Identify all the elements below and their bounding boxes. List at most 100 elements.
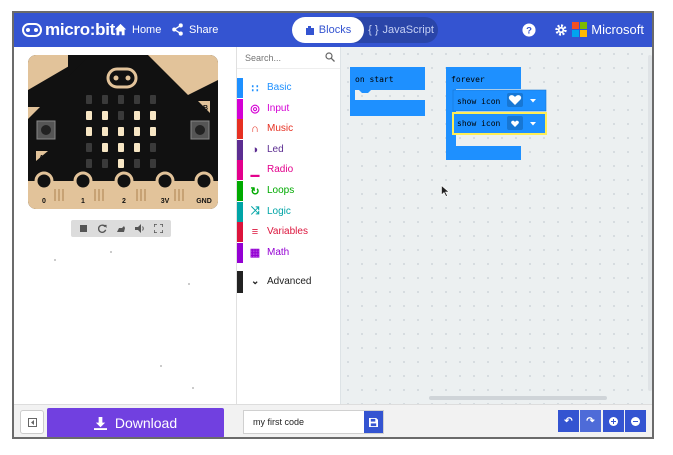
microbit-board[interactable]: A B 0 1 2 3V GND [28,55,218,209]
led-2-1 [102,127,108,136]
zoom-in-button[interactable] [603,410,624,432]
category-radio[interactable]: ▁ Radio [237,160,341,181]
gear-icon[interactable] [554,23,568,37]
led-2-3 [134,127,140,136]
category-loops[interactable]: ↻ Loops [237,181,341,201]
category-math[interactable]: ▦ Math [237,242,341,263]
category-label: Variables [267,226,308,238]
led-2-4 [150,127,156,136]
download-icon [93,416,107,430]
led-4-1 [102,159,108,168]
pin-gnd[interactable] [194,171,214,191]
tab-blocks[interactable]: Blocks [292,17,364,43]
pin-label: 2 [122,198,126,205]
toggle-icon: ◑ [251,143,259,156]
share-button[interactable]: Share [171,23,218,36]
editor-toolbar: Download ↶ ↷ [14,404,652,437]
led-3-4 [150,143,156,152]
block-canvas: on start forever show icon show icon [350,67,547,160]
save-button[interactable] [364,411,383,433]
mute-icon[interactable] [134,223,145,234]
category-variables[interactable]: ≡ Variables [237,222,341,243]
category-label: Basic [267,82,292,93]
led-1-1 [102,111,108,120]
slow-motion-icon[interactable] [115,223,126,234]
help-icon[interactable]: ? [522,23,536,37]
led-3-0 [86,143,92,152]
tab-javascript[interactable]: { } JavaScript [364,17,438,43]
led-1-2 [118,111,124,120]
download-label: Download [114,415,178,431]
pin-3v[interactable] [155,171,175,191]
led-4-3 [134,159,140,168]
show-icon-block-1[interactable]: show icon [452,89,547,112]
category-color-bar [237,201,243,222]
show-icon-label: show icon [457,97,501,106]
simulator-toolbar [71,220,171,237]
calculator-icon: ▦ [249,247,261,260]
led-3-1 [102,143,108,152]
fullscreen-icon[interactable] [153,223,164,234]
button-a[interactable] [41,125,51,135]
signal-icon: ▁ [250,164,260,177]
led-3-2 [118,143,124,152]
search-icon[interactable] [325,52,335,62]
pin-0[interactable] [34,171,54,191]
category-advanced[interactable]: ⌄ Advanced [237,271,341,293]
background-dot [192,387,194,389]
category-label: Math [267,246,290,258]
restart-icon[interactable] [97,223,108,234]
project-name-input[interactable] [244,411,364,433]
small-heart-icon[interactable] [507,116,523,130]
background-dot [188,283,190,285]
pin-2[interactable] [114,171,134,191]
category-music[interactable]: ∩ Music [237,119,341,140]
led-0-0 [86,95,92,104]
simulator-panel: A B 0 1 2 3V GND [14,47,236,404]
stop-icon[interactable] [78,223,89,234]
toolbox: ∷ Basic ◎ Input ∩ Music ◑ Led ▁ Radio ↻ Loops ⤨ Logic… [236,47,341,404]
pin-label: 3V [161,198,170,205]
show-icon-block-2[interactable]: show icon [452,112,547,135]
category-basic[interactable]: ∷ Basic [237,78,341,98]
shuffle-icon: ⤨ [250,205,260,218]
category-color-bar [237,78,243,98]
background-dot [160,365,162,367]
refresh-icon: ↻ [250,185,260,198]
horizontal-scrollbar[interactable] [429,396,607,400]
background-dot [54,259,56,261]
braces-icon: { } [368,24,379,36]
vertical-scrollbar[interactable] [648,55,652,391]
zoom-out-icon [631,416,640,426]
led-2-2 [118,127,124,136]
category-label: Led [267,143,284,155]
puzzle-icon [305,25,314,35]
category-logic[interactable]: ⤨ Logic [237,201,341,222]
undo-button[interactable]: ↶ [558,410,579,432]
zoom-out-button[interactable] [625,410,646,432]
microbit-logo[interactable]: micro:bit [22,20,115,40]
led-0-3 [134,95,140,104]
microsoft-logo[interactable]: Microsoft [572,22,644,37]
redo-button[interactable]: ↷ [580,410,601,432]
home-button[interactable]: Home [114,23,161,36]
share-icon [172,23,183,36]
category-color-bar [237,139,243,160]
search-input[interactable] [245,51,323,65]
category-led[interactable]: ◑ Led [237,139,341,160]
collapse-icon [27,417,37,427]
on-start-block[interactable]: on start [350,67,425,116]
lines-icon: ≡ [251,226,259,239]
led-1-4 [150,111,156,120]
category-input[interactable]: ◎ Input [237,98,341,119]
heart-icon[interactable] [507,93,523,107]
blocks-workspace[interactable]: on start forever show icon show icon [340,47,652,404]
home-icon [114,23,127,36]
pin-1[interactable] [73,171,93,191]
category-label: Advanced [267,276,312,287]
editor-tabs: Blocks { } JavaScript [292,17,438,43]
collapse-simulator-button[interactable] [20,410,44,434]
download-button[interactable]: Download [47,408,224,437]
share-label: Share [189,23,219,36]
button-b[interactable] [195,125,205,135]
